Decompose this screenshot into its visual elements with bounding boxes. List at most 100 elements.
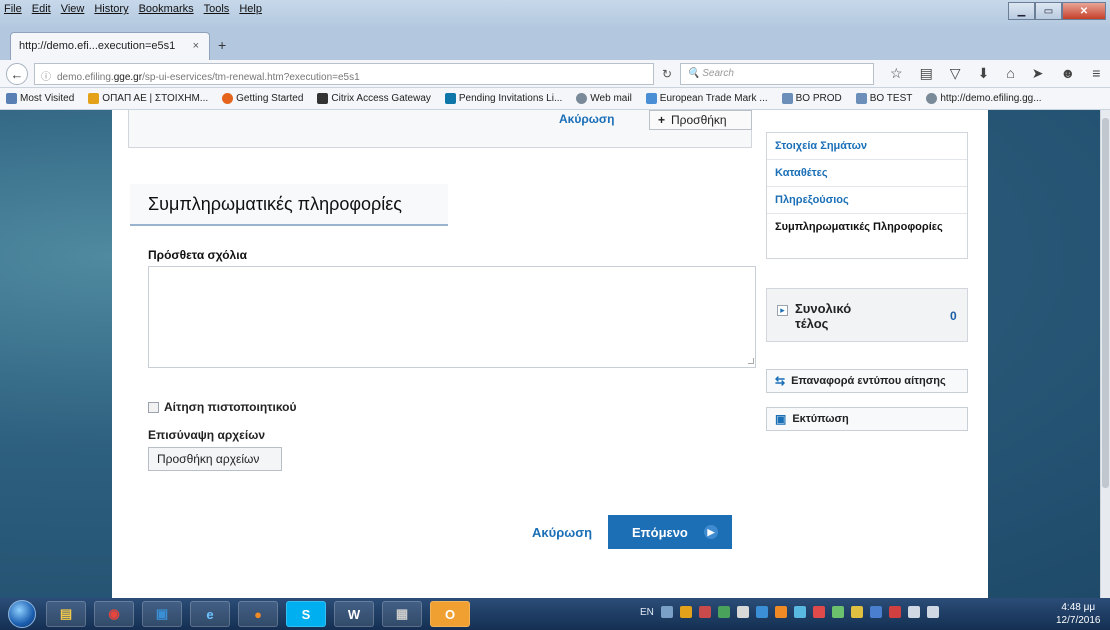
section-header: Συμπληρωματικές πληροφορίες: [130, 184, 448, 226]
bookmark-label: Citrix Access Gateway: [331, 93, 431, 104]
bookmark-item[interactable]: Most Visited: [6, 93, 74, 104]
tray-icon[interactable]: [660, 606, 673, 618]
menu-tools[interactable]: Tools: [204, 3, 230, 15]
expand-icon[interactable]: ▸: [777, 305, 788, 316]
globe-icon: [576, 93, 588, 104]
reset-form-button[interactable]: ⇆ Επαναφορά εντύπου αίτησης: [766, 369, 968, 393]
tray-icon[interactable]: [869, 606, 882, 618]
reload-icon[interactable]: ↻: [662, 67, 672, 81]
sidebar-item-representative[interactable]: Πληρεξούσιος: [767, 187, 967, 214]
menu-view[interactable]: View: [61, 3, 85, 15]
tray-icon[interactable]: [888, 606, 901, 618]
explorer-icon[interactable]: ▤: [46, 601, 86, 627]
next-button[interactable]: Επόμενο ▶: [608, 515, 732, 549]
top-add-button[interactable]: + Προσθήκη: [649, 110, 752, 130]
bookmark-item[interactable]: European Trade Mark ...: [645, 93, 768, 104]
add-files-button[interactable]: Προσθήκη αρχείων: [148, 447, 282, 471]
language-indicator[interactable]: EN: [640, 607, 654, 618]
notes-textarea[interactable]: [148, 266, 756, 368]
previous-section-card: Ακύρωση + Προσθήκη: [128, 110, 752, 148]
download-icon[interactable]: ⬇: [978, 65, 990, 82]
top-cancel-link[interactable]: Ακύρωση: [559, 112, 614, 126]
taskbar: ▤ ◉ ▣ e ● S W ▦ O EN 4:48 μμ 12/7/2016: [0, 598, 1110, 630]
url-bar[interactable]: ⓘ demo.efiling.gge.gr/sp-ui-eservices/tm-…: [34, 63, 654, 85]
start-button-icon[interactable]: [8, 600, 36, 628]
tray-icon[interactable]: [812, 606, 825, 618]
bookmark-item[interactable]: Web mail: [576, 93, 632, 104]
bookmark-item[interactable]: Getting Started: [222, 93, 303, 104]
tray-icon[interactable]: [717, 606, 730, 618]
form-panel: Ακύρωση + Προσθήκη Συμπληρωματικές πληροφ…: [112, 110, 988, 598]
tray-icon[interactable]: [698, 606, 711, 618]
print-button[interactable]: ▣ Εκτύπωση: [766, 407, 968, 431]
image-icon: [781, 93, 793, 104]
close-tab-icon[interactable]: ×: [193, 40, 199, 52]
sidebar-item-supplementary[interactable]: Συμπληρωματικές Πληροφορίες: [767, 214, 967, 258]
reset-form-label: Επαναφορά εντύπου αίτησης: [791, 375, 946, 387]
window-controls: ▁ ▭ ✕: [1008, 2, 1106, 20]
attach-label: Επισύναψη αρχείων: [148, 428, 266, 442]
menu-history[interactable]: History: [94, 3, 128, 15]
tray-icon[interactable]: [736, 606, 749, 618]
outlook-active-icon[interactable]: O: [430, 601, 470, 627]
certificate-checkbox[interactable]: [148, 401, 159, 413]
sidebar-item-marks[interactable]: Στοιχεία Σημάτων: [767, 133, 967, 160]
tray-icon[interactable]: [850, 606, 863, 618]
bookmark-item[interactable]: http://demo.efiling.gg...: [926, 93, 1042, 104]
hamburger-menu-icon[interactable]: ≡: [1092, 65, 1100, 82]
back-icon[interactable]: ←: [6, 63, 28, 85]
total-fee-box: ▸ Συνολικό τέλος 0: [766, 288, 968, 342]
tray-icon[interactable]: [755, 606, 768, 618]
system-tray: EN: [640, 606, 939, 618]
outlook-icon[interactable]: ▣: [142, 601, 182, 627]
bookmark-item[interactable]: Citrix Access Gateway: [317, 93, 431, 104]
site-info-icon[interactable]: ⓘ: [41, 72, 51, 83]
bookmark-label: BO PROD: [795, 93, 842, 104]
vertical-scrollbar[interactable]: [1100, 110, 1110, 598]
menu-bookmarks[interactable]: Bookmarks: [139, 3, 194, 15]
pocket-icon[interactable]: ▽: [950, 65, 961, 82]
bookmark-item[interactable]: BO PROD: [781, 93, 842, 104]
close-window-icon[interactable]: ✕: [1062, 2, 1106, 20]
word-icon[interactable]: W: [334, 601, 374, 627]
internet-explorer-icon[interactable]: e: [190, 601, 230, 627]
tray-icon[interactable]: [793, 606, 806, 618]
search-input[interactable]: 🔍 Search: [680, 63, 874, 85]
tab-strip: http://demo.efi...execution=e5s1 × +: [0, 28, 1110, 60]
notes-label: Πρόσθετα σχόλια: [148, 248, 247, 262]
bookmark-item[interactable]: Pending Invitations Li...: [444, 93, 562, 104]
bookmark-label: BO TEST: [869, 93, 913, 104]
menu-help[interactable]: Help: [239, 3, 262, 15]
browser-tab-title: http://demo.efi...execution=e5s1: [19, 40, 176, 52]
skype-icon[interactable]: S: [286, 601, 326, 627]
bookmark-star-icon[interactable]: ☆: [890, 65, 903, 82]
chrome-icon[interactable]: ◉: [94, 601, 134, 627]
menu-edit[interactable]: Edit: [32, 3, 51, 15]
browser-tab[interactable]: http://demo.efi...execution=e5s1 ×: [10, 32, 210, 60]
bookmark-item[interactable]: BO TEST: [855, 93, 913, 104]
tray-icon[interactable]: [679, 606, 692, 618]
arrow-right-icon: ▶: [704, 525, 718, 539]
bookmark-item[interactable]: ΟΠΑΠ ΑΕ | ΣΤΟΙΧΗΜ...: [88, 93, 208, 104]
send-icon[interactable]: ➤: [1032, 65, 1044, 82]
volume-icon[interactable]: [926, 606, 939, 618]
sidebar-item-applicants[interactable]: Καταθέτες: [767, 160, 967, 187]
menu-file[interactable]: File: [4, 3, 22, 15]
tray-icon[interactable]: [774, 606, 787, 618]
reading-list-icon[interactable]: ▤: [920, 65, 933, 82]
cancel-link[interactable]: Ακύρωση: [532, 525, 592, 540]
calculator-icon[interactable]: ▦: [382, 601, 422, 627]
new-tab-icon[interactable]: +: [218, 37, 226, 53]
tray-icon[interactable]: [831, 606, 844, 618]
firefox-icon[interactable]: ●: [238, 601, 278, 627]
network-icon[interactable]: [907, 606, 920, 618]
maximize-icon[interactable]: ▭: [1035, 2, 1062, 20]
home-icon[interactable]: ⌂: [1006, 65, 1014, 82]
clock[interactable]: 4:48 μμ 12/7/2016: [1056, 601, 1101, 627]
resize-grip-icon[interactable]: [748, 358, 754, 364]
url-domain: gge.gr: [113, 72, 143, 83]
scrollbar-thumb[interactable]: [1102, 118, 1109, 488]
globe-icon: [926, 93, 938, 104]
minimize-icon[interactable]: ▁: [1008, 2, 1035, 20]
chat-icon[interactable]: ☻: [1061, 65, 1076, 82]
